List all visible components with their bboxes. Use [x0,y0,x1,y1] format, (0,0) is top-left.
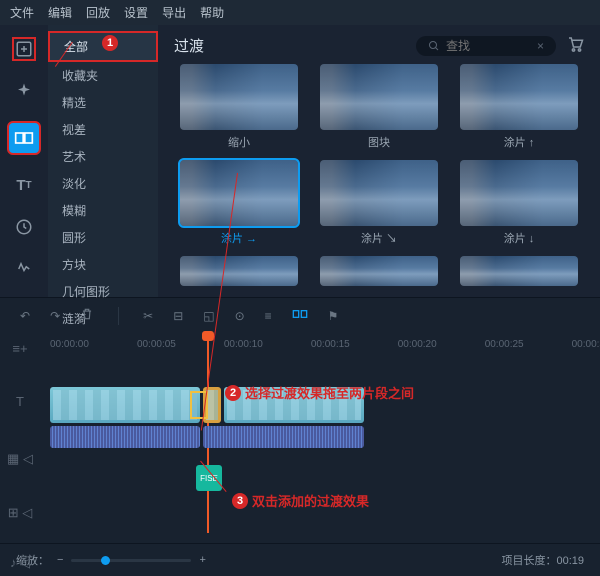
callout-1-num: 1 [102,35,118,51]
menu-edit[interactable]: 编辑 [48,4,72,21]
category-blur[interactable]: 模糊 [48,197,158,224]
menu-bar: 文件 编辑 回放 设置 导出 帮助 [0,0,600,25]
category-list: 全部 1 收藏夹 精选 视差 艺术 淡化 模糊 圆形 方块 几何图形 涟漪 弯曲… [48,25,158,297]
transition-item[interactable]: 涂片 → [174,160,304,246]
transition-item[interactable]: 图块 [314,64,444,150]
search-icon [428,40,440,52]
zoom-slider[interactable] [71,559,191,562]
category-fade[interactable]: 淡化 [48,170,158,197]
callout-2: 2选择过渡效果拖至两片段之间 [225,383,414,402]
category-parallax[interactable]: 视差 [48,116,158,143]
category-art[interactable]: 艺术 [48,143,158,170]
project-duration: 项目长度：00:19 [501,552,584,568]
transition-item[interactable]: 缩小 [174,64,304,150]
flag-icon[interactable]: ⚑ [328,309,339,323]
category-ripple[interactable]: 涟漪 [48,305,158,332]
transition-track[interactable]: FISE [50,465,550,493]
category-favorites[interactable]: 收藏夹 [48,62,158,89]
transitions-icon[interactable] [7,121,41,155]
menu-settings[interactable]: 设置 [124,4,148,21]
panel-title: 过渡 [174,35,204,56]
redo-icon[interactable]: ↷ [50,309,60,323]
split-icon[interactable]: ⊟ [173,309,183,323]
category-all[interactable]: 全部 1 [48,31,158,62]
text-icon[interactable]: TT [12,173,36,197]
audio-track[interactable] [50,426,550,462]
close-icon[interactable]: × [537,39,544,53]
speed-icon[interactable]: ⊙ [235,309,245,323]
search-input[interactable] [446,39,526,53]
transition-item[interactable] [454,256,584,286]
category-geometry[interactable]: 几何图形 [48,278,158,305]
clock-icon[interactable] [12,215,36,239]
transition-item[interactable] [174,256,304,286]
transition-track-icon[interactable]: ⊞ ◁ [8,505,33,521]
cart-icon[interactable] [566,35,584,56]
transition-toggle-icon[interactable] [292,306,308,325]
adjust-icon[interactable] [12,257,36,281]
text-track-icon[interactable]: T [16,394,24,409]
cut-icon[interactable]: ✂ [143,309,153,323]
time-ruler[interactable]: 00:00:0000:00:0500:00:1000:00:1500:00:20… [0,333,600,356]
menu-help[interactable]: 帮助 [200,4,224,21]
video-clip-1[interactable] [50,387,200,423]
transitions-grid: 缩小 图块 涂片 ↑ 涂片 → 涂片 ↘ 涂片 ↓ [174,64,584,286]
menu-playback[interactable]: 回放 [86,4,110,21]
menu-export[interactable]: 导出 [162,4,186,21]
search-box[interactable]: × [416,36,556,56]
footer-bar: 缩放：− + 项目长度：00:19 [0,543,600,576]
audio-clip-2[interactable] [203,426,364,448]
category-circle[interactable]: 圆形 [48,224,158,251]
crop-icon[interactable]: ◱ [203,309,214,323]
category-featured[interactable]: 精选 [48,89,158,116]
transition-item[interactable]: 涂片 ↑ [454,64,584,150]
transition-item[interactable]: 涂片 ↘ [314,160,444,246]
timeline[interactable]: ≡+ T ▦ ◁ ⊞ ◁ ♪ ◁ 00:00:0000:00:0500:00:1… [0,333,600,543]
callout-3: 3双击添加的过渡效果 [232,491,369,510]
transition-clip[interactable]: FISE [196,465,222,491]
transition-item[interactable]: 涂片 ↓ [454,160,584,246]
magic-icon[interactable] [12,79,36,103]
category-square[interactable]: 方块 [48,251,158,278]
delete-icon[interactable] [80,307,94,324]
transition-item[interactable] [314,256,444,286]
audio-clip-1[interactable] [50,426,200,448]
menu-file[interactable]: 文件 [10,4,34,21]
zoom-control[interactable]: 缩放：− + [16,552,206,568]
video-track-icon[interactable]: ▦ ◁ [7,451,33,467]
align-icon[interactable]: ≡ [265,309,272,323]
undo-icon[interactable]: ↶ [20,309,30,323]
media-icon[interactable] [12,37,36,61]
sidebar-tool-rail: TT [0,25,48,297]
